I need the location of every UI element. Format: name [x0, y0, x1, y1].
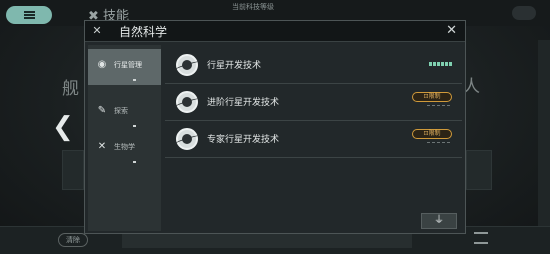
background-right-edge [538, 40, 550, 230]
bottom-clear-button[interactable]: 清除 [58, 233, 88, 247]
bottom-field [122, 232, 412, 248]
planet-icon [176, 54, 198, 76]
sidebar-item-label: 探索 [114, 107, 128, 115]
sidebar-item-planet-management[interactable]: ◉ 行星管理 [88, 49, 161, 85]
tech-name: 专家行星开发技术 [207, 135, 280, 145]
category-sidebar: ◉ 行星管理 ✎ 探索 ✕ 生物学 [88, 45, 161, 231]
progress-indicator [429, 62, 452, 66]
tech-name: 行星开发技术 [207, 61, 262, 71]
explore-icon: ✎ [97, 105, 107, 116]
dna-icon: ✕ [92, 24, 102, 37]
menu-button[interactable] [6, 6, 52, 24]
limit-badge: ⊡限制 [412, 92, 452, 102]
background-current-level: 当前科技等级 [232, 3, 274, 11]
planet-icon [176, 91, 198, 113]
sidebar-item-indicator [133, 79, 136, 81]
sidebar-item-explore[interactable]: ✎ 探索 [88, 95, 161, 131]
planet-icon [176, 128, 198, 150]
bottom-menu-icon[interactable] [474, 232, 488, 244]
planet-icon: ◉ [97, 59, 107, 70]
tech-list: 行星开发技术 进阶行星开发技术 ⊡限制 专家行星开发技术 ⊡限制 [165, 45, 462, 231]
background-left-text: 舰 [62, 79, 79, 99]
progress-placeholder [427, 105, 450, 106]
tech-name: 进阶行星开发技术 [207, 98, 280, 108]
limit-badge: ⊡限制 [412, 129, 452, 139]
tech-row-planet-development[interactable]: 行星开发技术 [165, 47, 462, 84]
tech-modal: ✕ 自然科学 ✕ ◉ 行星管理 ✎ 探索 ✕ 生物学 行星开发技术 进阶行星开发… [84, 20, 466, 234]
background-card-right [466, 150, 492, 190]
background-card-left [62, 150, 84, 190]
tech-row-advanced-planet-development[interactable]: 进阶行星开发技术 ⊡限制 [165, 84, 462, 121]
progress-placeholder [427, 142, 450, 143]
sidebar-item-indicator [133, 161, 136, 163]
tech-row-expert-planet-development[interactable]: 专家行星开发技术 ⊡限制 [165, 121, 462, 158]
close-icon[interactable]: ✕ [446, 23, 457, 38]
sidebar-item-label: 生物学 [114, 143, 135, 151]
top-right-button[interactable] [512, 6, 536, 20]
previous-arrow-icon[interactable]: ❮ [52, 112, 74, 142]
modal-header: ✕ 自然科学 ✕ [85, 21, 465, 42]
dna-icon: ✕ [97, 141, 107, 152]
modal-title: 自然科学 [119, 25, 168, 39]
sidebar-item-biology[interactable]: ✕ 生物学 [88, 131, 161, 167]
filter-button[interactable]: ⏚ [421, 213, 457, 229]
hamburger-icon [23, 11, 35, 19]
sidebar-item-indicator [133, 125, 136, 127]
sidebar-item-label: 行星管理 [114, 61, 142, 69]
